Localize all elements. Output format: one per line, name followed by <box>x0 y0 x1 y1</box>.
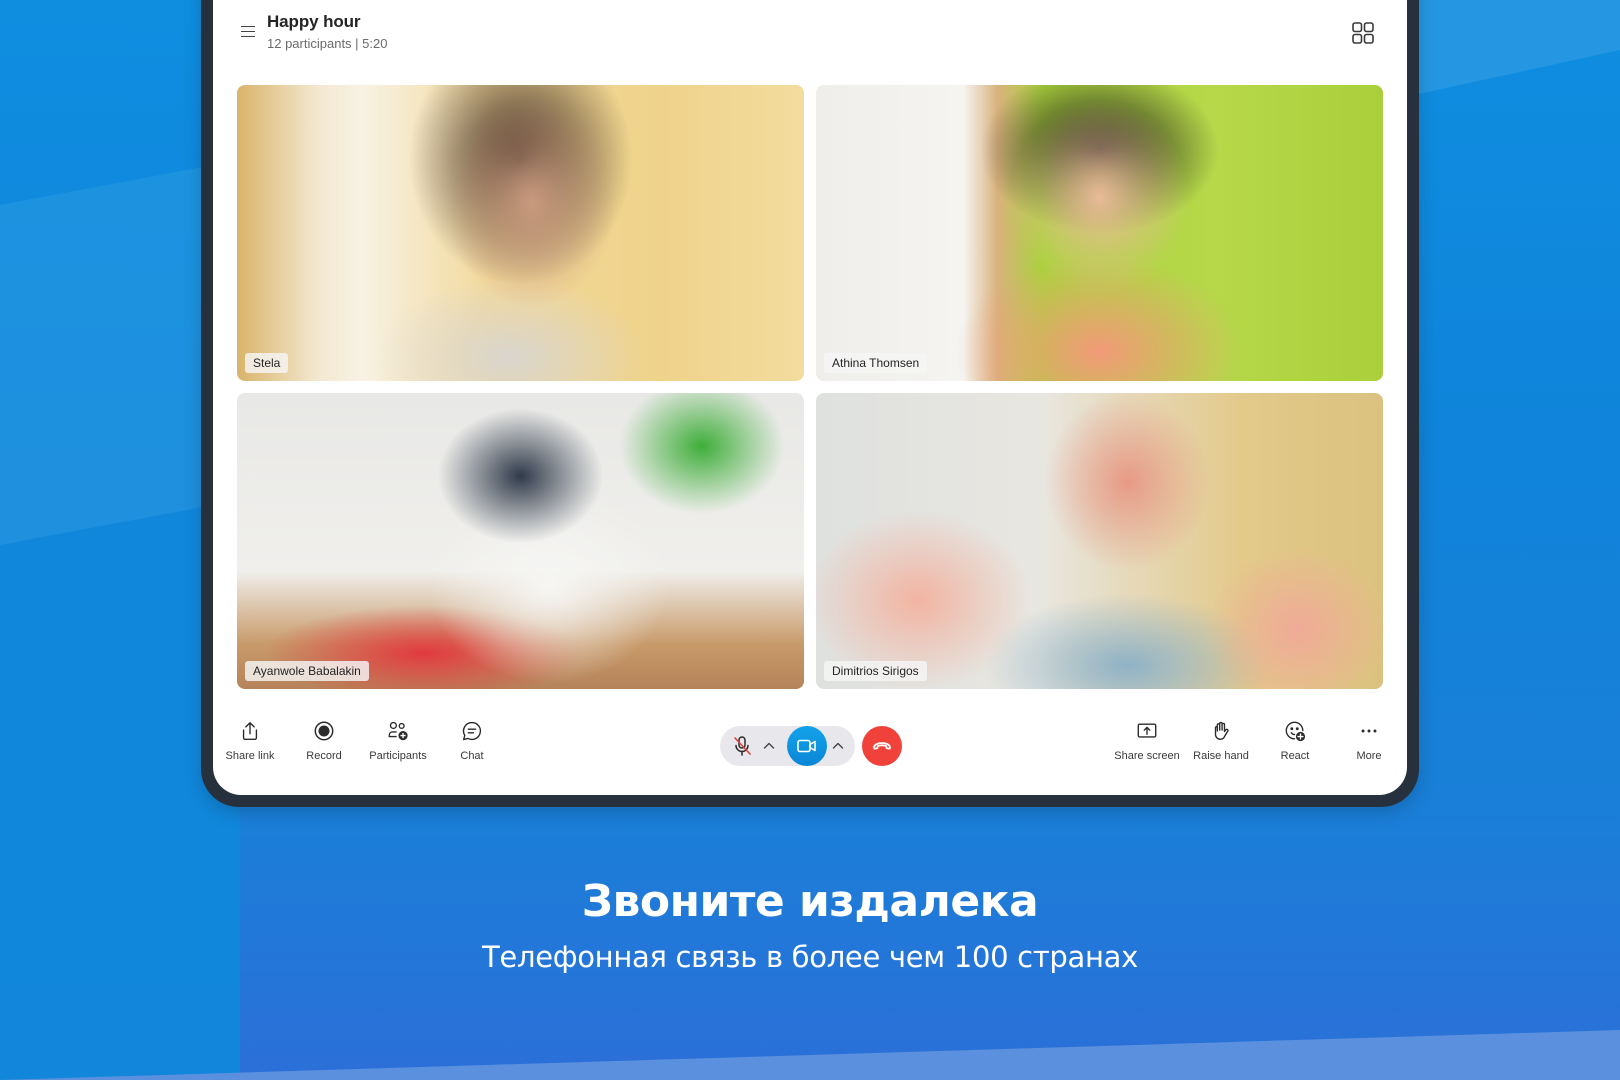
participant-name-tag: Ayanwole Babalakin <box>245 661 369 681</box>
hang-up-button[interactable] <box>862 726 902 766</box>
participants-button[interactable]: Participants <box>361 720 435 772</box>
react-label: React <box>1280 750 1310 762</box>
share-link-button[interactable]: Share link <box>213 720 287 772</box>
share-screen-icon <box>1137 723 1157 738</box>
background-wedge-bottom <box>0 1030 1620 1080</box>
grid-view-icon[interactable] <box>1351 21 1375 45</box>
call-title: Happy hour <box>267 12 361 31</box>
record-label: Record <box>306 750 342 762</box>
camera-button[interactable] <box>787 726 827 766</box>
video-tile[interactable]: Ayanwole Babalakin <box>237 393 804 689</box>
chat-icon <box>462 721 482 741</box>
react-button[interactable]: React <box>1258 720 1332 772</box>
record-button[interactable]: Record <box>287 720 361 772</box>
more-label: More <box>1356 750 1382 762</box>
call-subtitle: 12 participants | 5:20 <box>267 36 388 51</box>
participants-label: Participants <box>369 750 427 762</box>
promo-subheadline: Телефонная связь в более чем 100 странах <box>482 940 1138 974</box>
record-icon <box>314 721 334 741</box>
participant-name-tag: Athina Thomsen <box>824 353 928 373</box>
camera-options-chevron-icon[interactable] <box>829 737 847 755</box>
participant-name-tag: Dimitrios Sirigos <box>824 661 927 681</box>
promo-headline: Звоните издалека <box>581 876 1039 927</box>
participants-add-icon <box>388 721 408 741</box>
video-tile[interactable]: Stela <box>237 85 804 381</box>
video-camera-icon <box>797 739 816 753</box>
menu-icon[interactable] <box>241 26 255 38</box>
more-icon <box>1361 729 1377 733</box>
mic-muted-icon[interactable] <box>727 731 757 761</box>
raise-hand-icon <box>1214 721 1229 740</box>
share-icon <box>242 722 258 740</box>
video-tile[interactable]: Athina Thomsen <box>816 85 1383 381</box>
participant-name-tag: Stela <box>245 353 289 373</box>
raise-hand-button[interactable]: Raise hand <box>1184 720 1258 772</box>
more-button[interactable]: More <box>1332 720 1406 772</box>
share-screen-label: Share screen <box>1114 750 1180 762</box>
background-band-right <box>1400 0 1620 98</box>
share-link-label: Share link <box>225 750 275 762</box>
raise-hand-label: Raise hand <box>1193 750 1249 762</box>
chat-label: Chat <box>460 750 484 762</box>
react-emoji-icon <box>1285 721 1306 742</box>
phone-hangup-icon <box>873 742 891 750</box>
mic-options-chevron-icon[interactable] <box>760 737 778 755</box>
chat-button[interactable]: Chat <box>435 720 509 772</box>
share-screen-button[interactable]: Share screen <box>1110 720 1184 772</box>
video-tile[interactable]: Dimitrios Sirigos <box>816 393 1383 689</box>
